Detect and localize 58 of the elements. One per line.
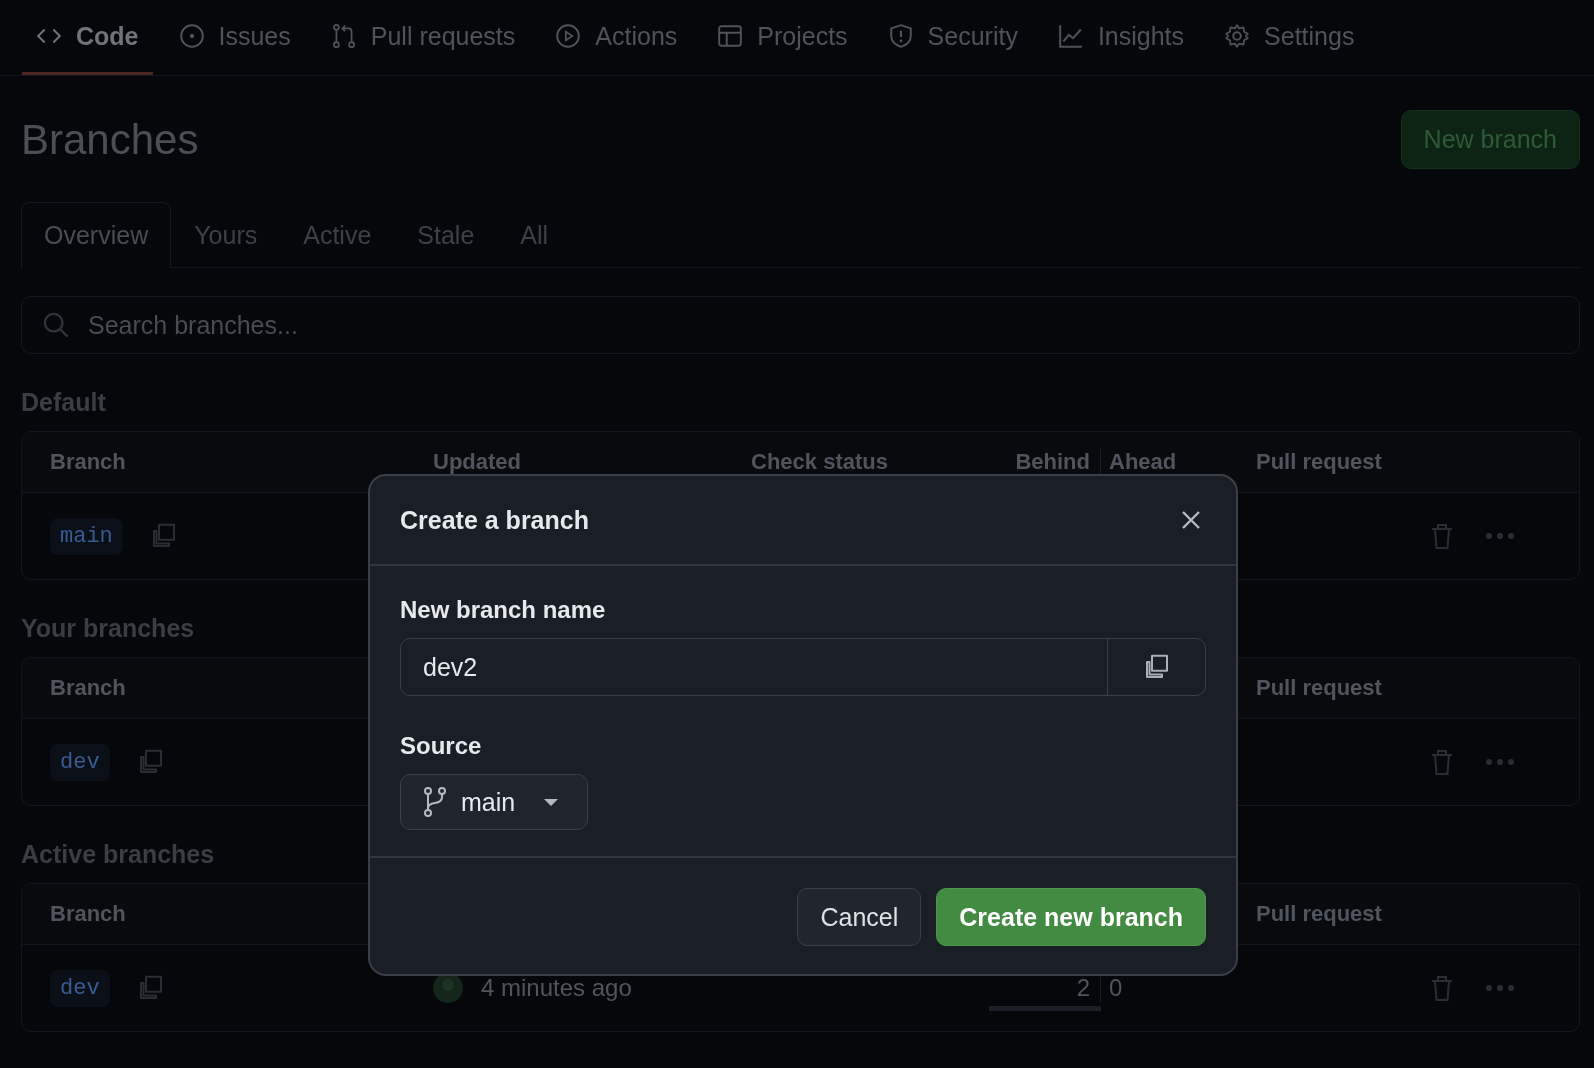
play-icon — [555, 23, 582, 49]
branch-name-input[interactable]: dev2 — [401, 639, 1107, 695]
filter-tab[interactable]: Yours — [171, 202, 281, 268]
branch-name-link[interactable]: main — [50, 517, 123, 555]
column-header: Updated — [433, 449, 522, 475]
circle-dot-icon — [178, 23, 205, 49]
column-header: Pull request — [1256, 449, 1383, 475]
column-header: Branch — [50, 675, 127, 701]
section-heading: Your branches — [21, 614, 196, 643]
cancel-button[interactable]: Cancel — [797, 888, 922, 946]
trash-icon[interactable] — [1429, 974, 1455, 1002]
page-title: Branches — [21, 115, 199, 164]
branch-name-field[interactable]: dev2 — [400, 638, 1206, 696]
close-icon — [1180, 509, 1202, 531]
filter-tab[interactable]: Overview — [21, 202, 172, 268]
filter-tab[interactable]: All — [497, 202, 572, 268]
column-header: Pull request — [1256, 675, 1383, 701]
section-heading: Active branches — [21, 840, 216, 869]
nav-tab[interactable]: Issues — [164, 0, 305, 75]
search-field[interactable]: Search branches... — [21, 296, 1580, 354]
nav-tab[interactable]: Actions — [541, 0, 692, 75]
nav-tab[interactable]: Projects — [703, 0, 862, 75]
field-label: Source — [400, 732, 483, 760]
dialog-title: Create a branch — [400, 505, 589, 535]
column-header: Ahead — [1108, 449, 1178, 475]
branch-name-link[interactable]: dev — [50, 743, 110, 781]
nav-tab[interactable]: Pull requests — [316, 0, 530, 75]
column-header: Branch — [50, 449, 127, 475]
table-icon — [717, 23, 744, 49]
nav-tab[interactable]: Security — [873, 0, 1032, 75]
trash-icon[interactable] — [1429, 748, 1455, 776]
column-header: Branch — [50, 901, 127, 927]
search-icon — [42, 311, 70, 339]
nav-tab[interactable]: Code — [22, 0, 153, 75]
column-header: Check status — [751, 449, 889, 475]
pull-request-icon — [330, 23, 357, 49]
nav-tab[interactable]: Settings — [1210, 0, 1369, 75]
create-button[interactable]: Create new branch — [936, 888, 1206, 946]
column-header: Pull request — [1256, 901, 1383, 927]
branch-icon — [423, 787, 447, 817]
more-icon[interactable] — [1485, 984, 1515, 992]
shield-icon — [887, 23, 914, 49]
filter-tab[interactable]: Active — [280, 202, 395, 268]
settings-icon — [1224, 23, 1251, 49]
caret-icon — [543, 797, 560, 807]
section-heading: Default — [21, 388, 107, 417]
nav-tab[interactable]: Insights — [1043, 0, 1199, 75]
ahead-count: 0 — [1108, 974, 1124, 1002]
branch-name-link[interactable]: dev — [50, 969, 110, 1007]
filter-tab[interactable]: Stale — [394, 202, 498, 268]
search-input[interactable]: Search branches... — [86, 309, 1559, 341]
more-icon[interactable] — [1485, 758, 1515, 766]
updated-time: 4 minutes ago — [481, 974, 632, 1002]
source-dropdown[interactable]: main — [400, 774, 589, 830]
graph-icon — [1057, 23, 1084, 49]
field-label: New branch name — [400, 596, 607, 624]
trash-icon[interactable] — [1429, 522, 1455, 550]
more-icon[interactable] — [1485, 532, 1515, 540]
